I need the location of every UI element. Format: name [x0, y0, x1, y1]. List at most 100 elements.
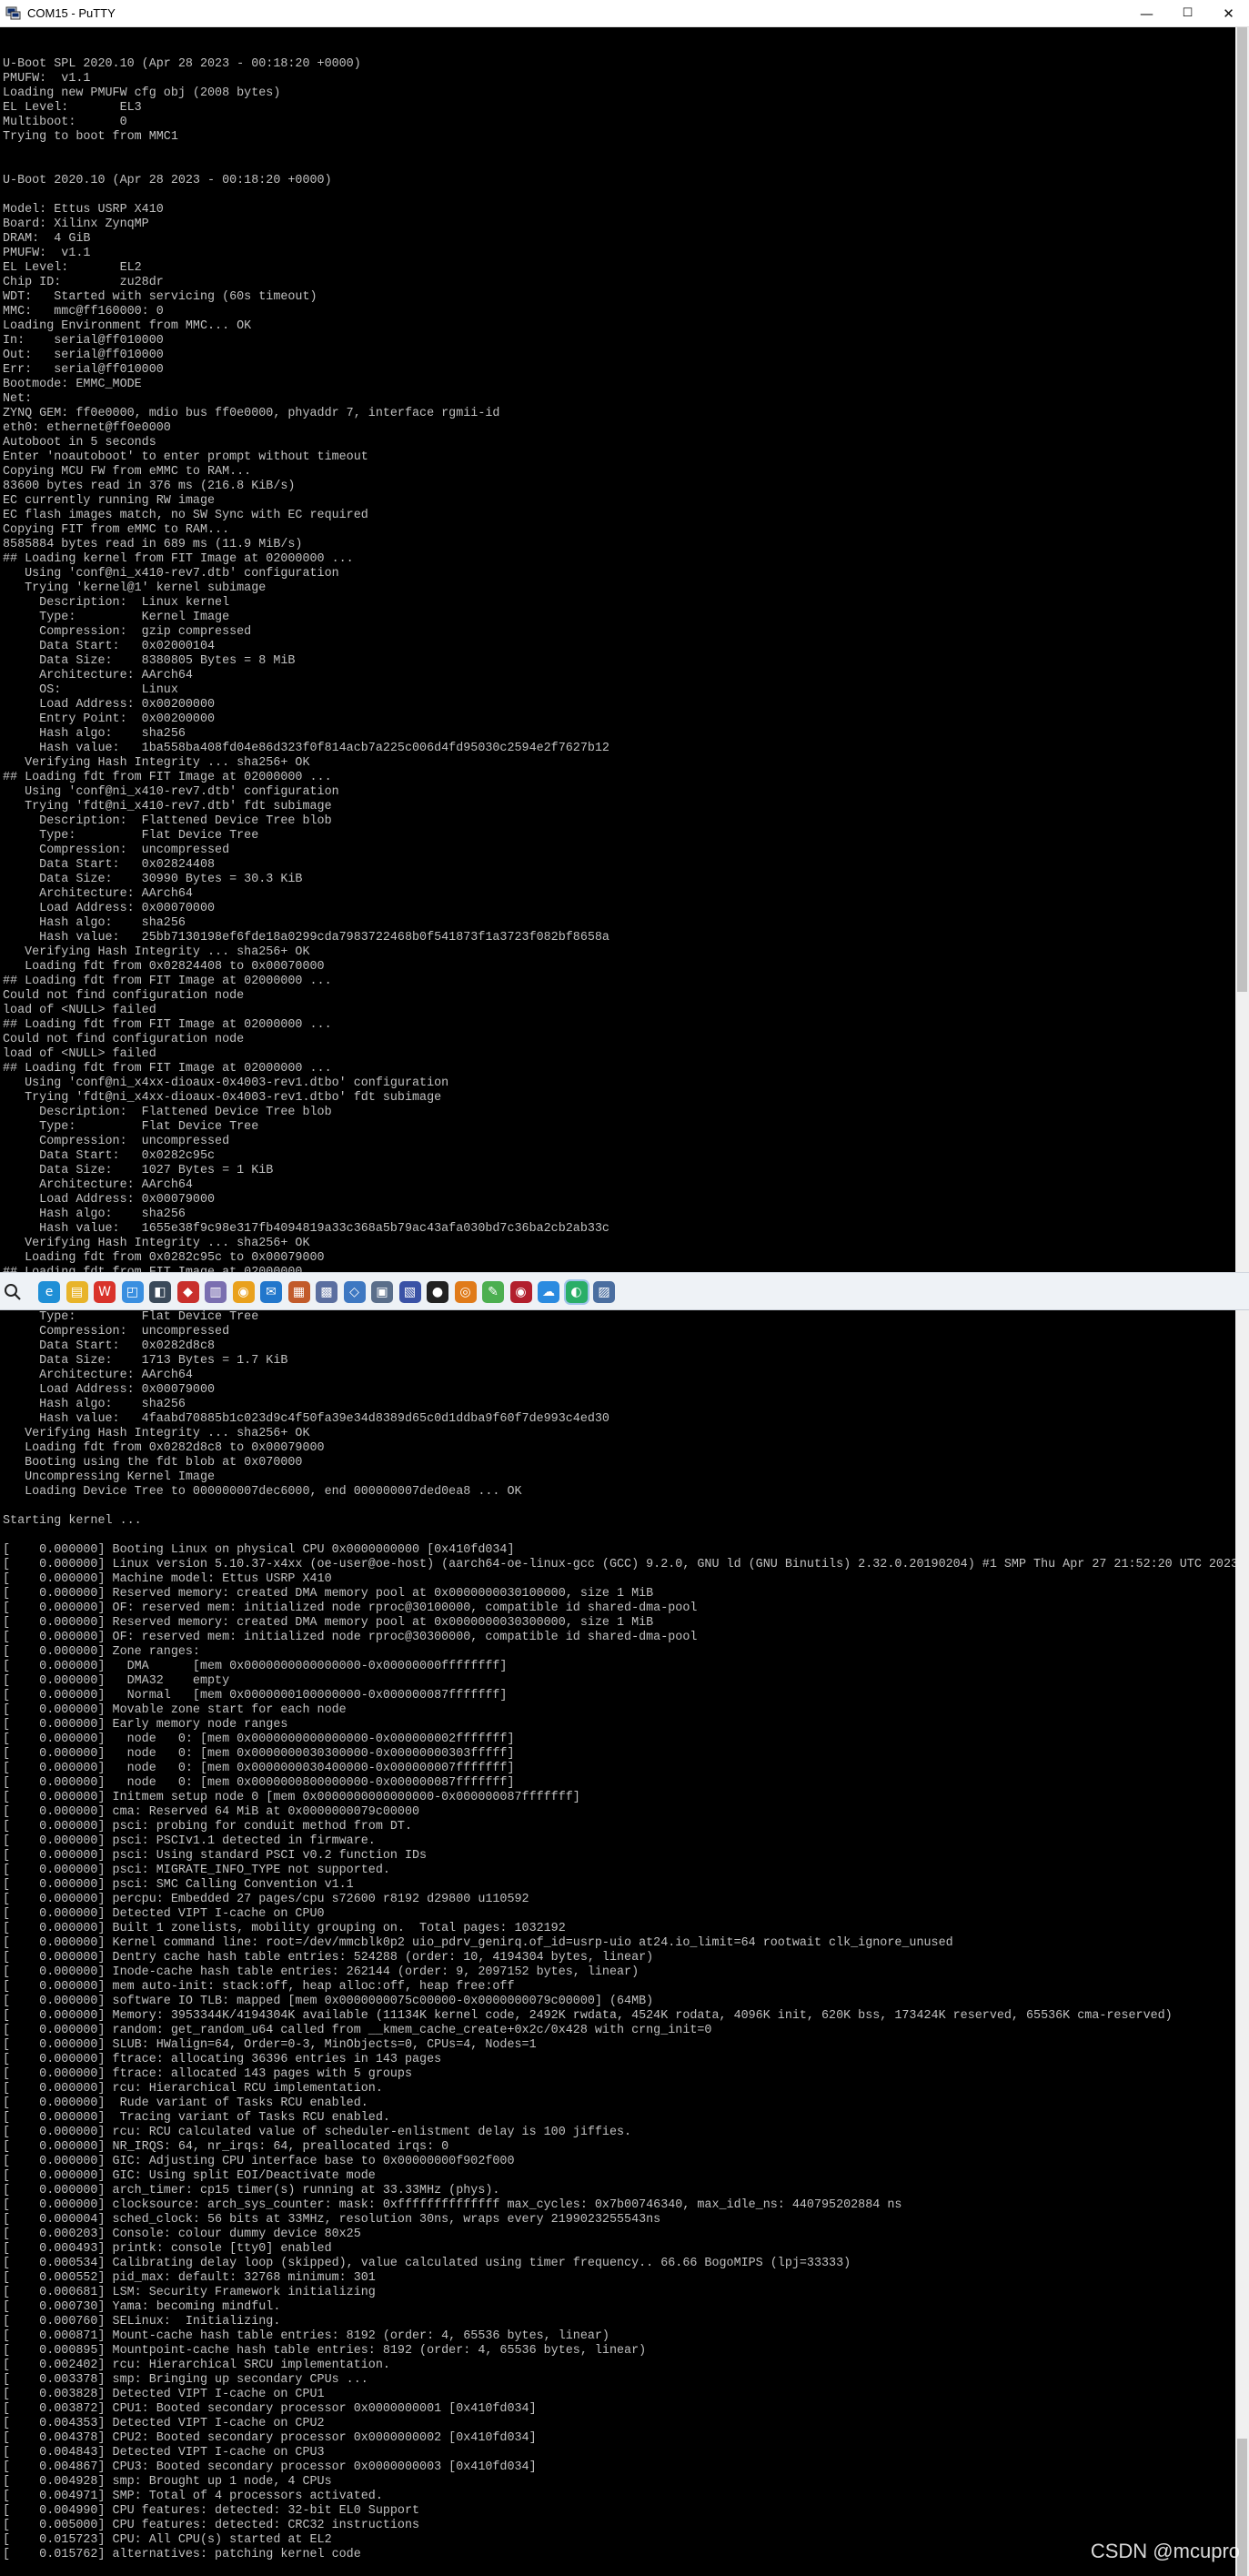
terminal-line: Description: Flattened Device Tree blob: [3, 1106, 332, 1119]
terminal-line: [ 0.000000] psci: SMC Calling Convention…: [3, 1878, 354, 1892]
terminal-line: Data Size: 1713 Bytes = 1.7 KiB: [3, 1354, 288, 1368]
terminal-line: Hash algo: sha256: [3, 727, 186, 741]
terminal-output-top[interactable]: U-Boot SPL 2020.10 (Apr 28 2023 - 00:18:…: [0, 27, 1235, 1272]
terminal-line: Verifying Hash Integrity ... sha256+ OK: [3, 1237, 310, 1250]
terminal-line: [ 0.000534] Calibrating delay loop (skip…: [3, 2257, 851, 2270]
terminal-line: [ 0.000000] clocksource: arch_sys_counte…: [3, 2198, 902, 2212]
red-tool-icon[interactable]: ◆: [176, 1281, 199, 1303]
terminal-line: [ 0.000730] Yama: becoming mindful.: [3, 2300, 281, 2314]
terminal-line: Could not find configuration node: [3, 989, 245, 1003]
qq-icon[interactable]: ●: [427, 1281, 448, 1303]
terminal-line: [ 0.000000] Normal [mem 0x00000001000000…: [3, 1689, 508, 1702]
terminal-line: [ 0.000000] node 0: [mem 0x0000000800000…: [3, 1776, 515, 1790]
explorer-icon[interactable]: ▦: [287, 1281, 310, 1303]
cloud-icon[interactable]: ☁: [538, 1281, 559, 1303]
ide-icon[interactable]: ◇: [343, 1281, 366, 1303]
terminal-line: [ 0.000203] Console: colour dummy device…: [3, 2227, 361, 2241]
terminal-line: Trying 'kernel@1' kernel subimage: [3, 581, 267, 595]
terminal-line: EC flash images match, no SW Sync with E…: [3, 509, 368, 522]
putty-icon[interactable]: ▣: [371, 1281, 393, 1303]
terminal-line: ZYNQ GEM: ff0e0000, mdio bus ff0e0000, p…: [3, 407, 500, 420]
terminal-line: Type: Flat Device Tree: [3, 1120, 259, 1134]
terminal-line: Load Address: 0x00079000: [3, 1383, 216, 1397]
terminal-line: Compression: uncompressed: [3, 1325, 230, 1339]
book-icon[interactable]: ▧: [398, 1281, 421, 1303]
terminal-line: OS: Linux: [3, 683, 178, 697]
terminal-line: Uncompressing Kernel Image: [3, 1470, 216, 1484]
terminal-line: [ 0.004843] Detected VIPT I-cache on CPU…: [3, 2446, 325, 2460]
terminal-line: Could not find configuration node: [3, 1033, 245, 1046]
terminal-line: U-Boot SPL 2020.10 (Apr 28 2023 - 00:18:…: [3, 57, 361, 71]
terminal-line: Load Address: 0x00200000: [3, 698, 216, 712]
terminal-line: [ 0.004378] CPU2: Booted secondary proce…: [3, 2431, 537, 2445]
terminal-line: [ 0.000000] Detected VIPT I-cache on CPU…: [3, 1907, 325, 1921]
terminal-line: [ 0.000000] Inode-cache hash table entri…: [3, 1965, 640, 1979]
close-button[interactable]: ✕: [1208, 0, 1249, 27]
record-icon[interactable]: ◉: [509, 1281, 532, 1303]
terminal-line: Hash algo: sha256: [3, 1398, 186, 1411]
watermark: CSDN @mcupro: [1090, 2540, 1240, 2562]
terminal-line: Loading fdt from 0x0282d8c8 to 0x0007900…: [3, 1441, 325, 1455]
terminal-line: Type: Kernel Image: [3, 611, 230, 624]
terminal-text: U-Boot SPL 2020.10 (Apr 28 2023 - 00:18:…: [0, 27, 1235, 1272]
minimize-button[interactable]: —: [1126, 0, 1167, 27]
dark-tool-icon[interactable]: ◧: [149, 1281, 171, 1303]
wechat-icon[interactable]: ◐: [565, 1281, 588, 1303]
terminal-line: Booting using the fdt blob at 0x070000: [3, 1456, 303, 1470]
terminal-line: [ 0.000000] node 0: [mem 0x0000000000000…: [3, 1732, 515, 1746]
terminal-line: [ 0.000000] Movable zone start for each …: [3, 1703, 347, 1717]
vertical-scrollbar[interactable]: [1235, 1310, 1249, 2576]
terminal-line: Data Size: 8380805 Bytes = 8 MiB: [3, 654, 296, 668]
grid-tool-icon[interactable]: ▩: [316, 1281, 337, 1303]
terminal-line: EL Level: EL3: [3, 101, 142, 115]
terminal-line: Loading fdt from 0x02824408 to 0x0007000…: [3, 960, 325, 974]
terminal-line: Architecture: AArch64: [3, 669, 193, 682]
terminal-line: [ 0.000000] psci: probing for conduit me…: [3, 1820, 412, 1834]
terminal-line: Verifying Hash Integrity ... sha256+ OK: [3, 945, 310, 959]
terminal-line: U-Boot 2020.10 (Apr 28 2023 - 00:18:20 +…: [3, 174, 332, 187]
terminal-line: [ 0.000000] Built 1 zonelists, mobility …: [3, 1922, 566, 1935]
vertical-scrollbar[interactable]: [1235, 27, 1249, 1272]
terminal-line: [ 0.000000] random: get_random_u64 calle…: [3, 2024, 712, 2037]
terminal-line: [ 0.000000] GIC: Using split EOI/Deactiv…: [3, 2169, 376, 2183]
doc-tool-icon[interactable]: ▥: [205, 1281, 227, 1303]
wps-icon[interactable]: W: [94, 1281, 116, 1303]
terminal-line: Hash value: 1ba558ba408fd04e86d323f0f814…: [3, 742, 609, 755]
app-box-icon[interactable]: ◰: [121, 1281, 144, 1303]
files-icon[interactable]: ▤: [65, 1281, 88, 1303]
terminal-line: Load Address: 0x00070000: [3, 902, 216, 915]
terminal-line: ## Loading fdt from FIT Image at 0200000…: [3, 1266, 1235, 1272]
terminal-line: [ 0.004353] Detected VIPT I-cache on CPU…: [3, 2417, 325, 2430]
terminal-line: Data Start: 0x02824408: [3, 858, 216, 872]
terminal-line: Hash algo: sha256: [3, 1207, 186, 1221]
title-bar[interactable]: COM15 - PuTTY — ☐ ✕: [0, 0, 1249, 27]
terminal-line: Architecture: AArch64: [3, 887, 193, 901]
search-icon[interactable]: [4, 1283, 22, 1301]
edge-icon[interactable]: e: [38, 1281, 60, 1303]
search-tool-icon[interactable]: ◎: [454, 1281, 477, 1303]
snip-icon[interactable]: ✎: [482, 1281, 504, 1303]
terminal-line: Hash value: 1655e38f9c98e317fb4094819a33…: [3, 1222, 609, 1236]
terminal-line: [ 0.000000] NR_IRQS: 64, nr_irqs: 64, pr…: [3, 2140, 449, 2154]
putty-window-top: COM15 - PuTTY — ☐ ✕ U-Boot SPL 2020.10 (…: [0, 0, 1249, 1272]
chrome-icon[interactable]: ◉: [232, 1281, 255, 1303]
scrollbar-thumb[interactable]: [1237, 27, 1247, 992]
terminal-line: [ 0.000000] rcu: Hierarchical RCU implem…: [3, 2082, 383, 2096]
maximize-button[interactable]: ☐: [1167, 0, 1208, 27]
terminal-line: Data Start: 0x02000104: [3, 640, 216, 653]
terminal-line: [ 0.000000] GIC: Adjusting CPU interface…: [3, 2155, 515, 2168]
mail-icon[interactable]: ✉: [260, 1281, 282, 1303]
terminal-line: Chip ID: zu28dr: [3, 276, 164, 289]
terminal-line: [ 0.000000] Booting Linux on physical CP…: [3, 1543, 515, 1557]
terminal-line: Trying 'fdt@ni_x4xx-dioaux-0x4003-rev1.d…: [3, 1091, 442, 1105]
network-icon[interactable]: ▨: [593, 1281, 615, 1303]
terminal-output-bottom[interactable]: Type: Flat Device Tree Compression: unco…: [0, 1310, 1235, 2576]
terminal-line: [ 0.002402] rcu: Hierarchical SRCU imple…: [3, 2359, 390, 2372]
terminal-line: Err: serial@ff010000: [3, 363, 164, 377]
terminal-line: PMUFW: v1.1: [3, 247, 91, 260]
terminal-line: [ 0.000000] SLUB: HWalign=64, Order=0-3,…: [3, 2038, 537, 2052]
terminal-line: [ 0.000000] cma: Reserved 64 MiB at 0x00…: [3, 1805, 420, 1819]
taskbar: e ▤ W ◰ ◧ ◆ ▥ ◉ ✉ ▦ ▩ ◇ ▣ ▧ ● ◎ ✎ ◉ ☁ ◐ ▨: [0, 1272, 1249, 1310]
